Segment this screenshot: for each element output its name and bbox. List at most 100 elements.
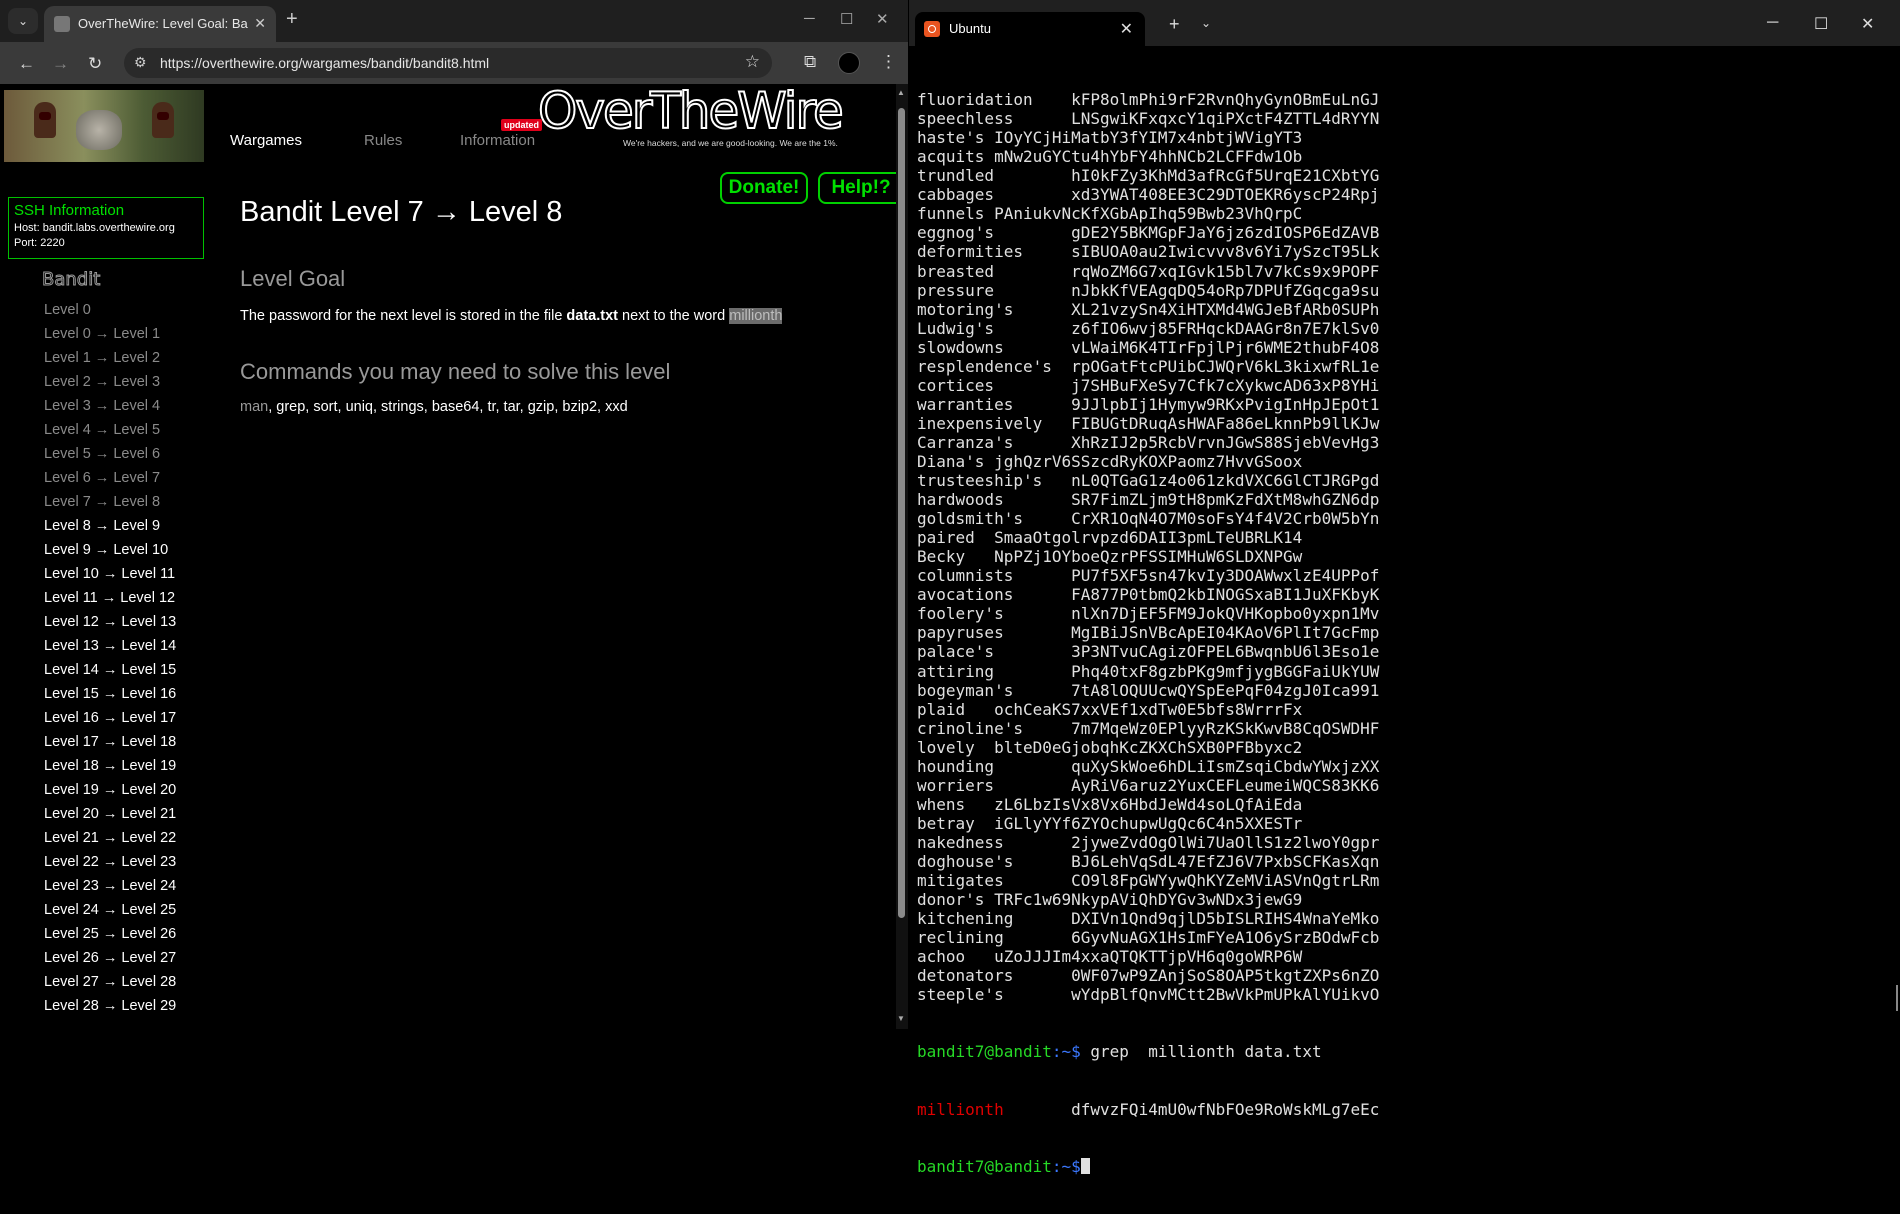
level-link[interactable]: Level 7 → Level 8 (44, 494, 204, 518)
nav-information[interactable]: Information (460, 132, 535, 149)
site-info-icon[interactable]: ⚙ (134, 54, 147, 71)
level-link[interactable]: Level 19 → Level 20 (44, 782, 204, 806)
commands-list: man, grep, sort, uniq, strings, base64, … (240, 399, 628, 415)
scroll-up-icon[interactable]: ▲ (897, 88, 905, 97)
level-link[interactable]: Level 8 → Level 9 (44, 518, 204, 542)
terminal-window: Ubuntu ✕ + ⌄ ─ ☐ ✕ fluoridation kFP8olmP… (909, 0, 1900, 1176)
terminal-line: slowdowns vLWaiM6K4TIrFpjlPjr6WME2thubF4… (917, 337, 1380, 357)
nav-wargames[interactable]: Wargames (230, 132, 302, 149)
profile-avatar[interactable] (838, 52, 860, 74)
bookmark-star-icon[interactable]: ☆ (745, 52, 760, 72)
level-link[interactable]: Level 15 → Level 16 (44, 686, 204, 710)
close-window-icon[interactable]: ✕ (876, 10, 889, 28)
terminal-output[interactable]: fluoridation kFP8olmPhi9rF2RvnQhyGynOBmE… (917, 52, 1887, 1214)
level-link[interactable]: Level 17 → Level 18 (44, 734, 204, 758)
level-link[interactable]: Level 13 → Level 14 (44, 638, 204, 662)
terminal-current-prompt[interactable]: bandit7@bandit:~$ (917, 1157, 1887, 1176)
terminal-line: pressure nJbkKfVEAgqDQ54oRp7DPUfZGqcga9s… (917, 280, 1380, 300)
level-link[interactable]: Level 23 → Level 24 (44, 878, 204, 902)
level-link[interactable]: Level 5 → Level 6 (44, 446, 204, 470)
level-link[interactable]: Level 0 → Level 1 (44, 326, 204, 350)
back-icon[interactable]: ← (18, 54, 35, 74)
level-link[interactable]: Level 20 → Level 21 (44, 806, 204, 830)
prompt-path: :~$ (1051, 1042, 1081, 1062)
header-banner-image (4, 90, 204, 162)
terminal-close-icon[interactable]: ✕ (1861, 14, 1874, 34)
level-link[interactable]: Level 4 → Level 5 (44, 422, 204, 446)
donate-button[interactable]: Donate! (720, 172, 808, 204)
terminal-line: motoring's XL21vzySn4XiHTXMd4WGJeBfARb0S… (917, 299, 1380, 319)
url-text[interactable]: https://overthewire.org/wargames/bandit/… (160, 55, 489, 71)
nav-rules[interactable]: Rules (364, 132, 402, 149)
help-button[interactable]: Help!? (818, 172, 898, 204)
level-link[interactable]: Level 22 → Level 23 (44, 854, 204, 878)
menu-kebab-icon[interactable]: ⋮ (880, 52, 897, 72)
address-bar[interactable]: ⚙ https://overthewire.org/wargames/bandi… (124, 48, 772, 78)
terminal-line: eggnog's gDE2Y5BKMGpFJaY6jz6zdIOSP6EdZAV… (917, 223, 1380, 243)
level-link[interactable]: Level 14 → Level 15 (44, 662, 204, 686)
terminal-scrollbar[interactable] (1896, 985, 1898, 1011)
overthewire-logo[interactable]: OverTheWire (537, 84, 845, 141)
terminal-line: hardwoods SR7FimZLjm9tH8pmKzFdXtM8whGZN6… (917, 490, 1380, 510)
level-link[interactable]: Level 27 → Level 28 (44, 974, 204, 998)
level-link[interactable]: Level 9 → Level 10 (44, 542, 204, 566)
terminal-new-tab-button[interactable]: + (1169, 14, 1180, 35)
tab-search-button[interactable]: ⌄ (8, 8, 38, 34)
domo-figure (152, 102, 174, 138)
logo-tagline: We're hackers, and we are good-looking. … (623, 138, 838, 148)
scroll-down-icon[interactable]: ▼ (897, 1014, 905, 1023)
level-link[interactable]: Level 10 → Level 11 (44, 566, 204, 590)
level-link[interactable]: Level 24 → Level 25 (44, 902, 204, 926)
terminal-tab-close-icon[interactable]: ✕ (1120, 19, 1133, 39)
ssh-information-box: SSH Information Host: bandit.labs.overth… (8, 197, 204, 259)
ssh-port: Port: 2220 (14, 237, 65, 249)
level-list: Level 0 Level 0 → Level 1 Level 1 → Level … (44, 302, 204, 1022)
command-text: grep millionth data.txt (1080, 1042, 1322, 1062)
level-link[interactable]: Level 0 (44, 302, 204, 326)
prompt-user: bandit7@bandit (917, 1156, 1052, 1176)
reload-icon[interactable]: ↻ (88, 54, 102, 74)
level-link[interactable]: Level 2 → Level 3 (44, 374, 204, 398)
terminal-dropdown-chevron-icon[interactable]: ⌄ (1201, 16, 1211, 30)
terminal-line: hounding quXySkWoe6hDLiIsmZsqiCbdwYWxjzX… (917, 756, 1380, 776)
terminal-line: Carranza's XhRzIJ2p5RcbVrvnJGwS88SjebVev… (917, 432, 1380, 452)
terminal-line: foolery's nlXn7DjEF5FM9JokQVHKopbo0yxpn1… (917, 604, 1380, 624)
result-value: dfwvzFQi4mU0wfNbFOe9RoWskMLg7eEc (1003, 1099, 1380, 1119)
level-goal-heading: Level Goal (240, 266, 346, 291)
tab-close-icon[interactable]: ✕ (254, 15, 266, 32)
terminal-tab-ubuntu[interactable]: Ubuntu ✕ (915, 12, 1145, 46)
scrollbar-thumb[interactable] (898, 108, 905, 918)
page-scrollbar[interactable]: ▲ ▼ (896, 84, 908, 1029)
terminal-line: doghouse's BJ6LehVqSdL47EfZJ6V7PxbSCFKas… (917, 851, 1380, 871)
browser-tab-active[interactable]: OverTheWire: Level Goal: Bandit Level 7 … (44, 6, 276, 42)
command-link-man[interactable]: man (240, 399, 268, 415)
terminal-line: plaid ochCeaKS7xxVEf1xdTw0E5bfs8WrrrFx (917, 699, 1303, 719)
terminal-line: warranties 9JJlpbIj1Hymyw9RKxPvigInHpJEp… (917, 394, 1380, 414)
level-link[interactable]: Level 11 → Level 12 (44, 590, 204, 614)
level-link[interactable]: Level 25 → Level 26 (44, 926, 204, 950)
level-link[interactable]: Level 12 → Level 13 (44, 614, 204, 638)
terminal-maximize-icon[interactable]: ☐ (1814, 14, 1828, 34)
browser-toolbar: ← → ↻ ⚙ https://overthewire.org/wargames… (0, 42, 908, 84)
terminal-line: worriers AyRiV6aruz2YuxCEFLeumeiWQCS83KK… (917, 775, 1380, 795)
level-link[interactable]: Level 28 → Level 29 (44, 998, 204, 1022)
terminal-line: Diana's jghQzrV6SSzcdRyKOXPaomz7HvvGSoox (917, 451, 1303, 471)
level-link[interactable]: Level 6 → Level 7 (44, 470, 204, 494)
level-link[interactable]: Level 26 → Level 27 (44, 950, 204, 974)
forward-icon[interactable]: → (52, 54, 69, 74)
terminal-minimize-icon[interactable]: ─ (1767, 14, 1778, 32)
level-link[interactable]: Level 16 → Level 17 (44, 710, 204, 734)
updated-badge: updated (501, 119, 542, 131)
new-tab-button[interactable]: + (286, 8, 298, 31)
level-link[interactable]: Level 3 → Level 4 (44, 398, 204, 422)
terminal-line: funnels PAniukvNcKfXGbApIhq59Bwb23VhQrpC (917, 204, 1303, 224)
level-link[interactable]: Level 21 → Level 22 (44, 830, 204, 854)
level-link[interactable]: Level 18 → Level 19 (44, 758, 204, 782)
web-page: Wargames Rules Information updated OverT… (0, 84, 898, 1029)
terminal-line: avocations FA877P0tbmQ2kbINOGSxaBI1JuXFK… (917, 585, 1380, 605)
extensions-icon[interactable]: ⧉ (804, 52, 816, 72)
minimize-icon[interactable]: ─ (804, 10, 815, 27)
terminal-line: paired SmaaOtgolrvpzd6DAII3pmLTeUBRLK14 (917, 528, 1303, 548)
level-link[interactable]: Level 1 → Level 2 (44, 350, 204, 374)
maximize-icon[interactable]: ☐ (840, 10, 853, 28)
